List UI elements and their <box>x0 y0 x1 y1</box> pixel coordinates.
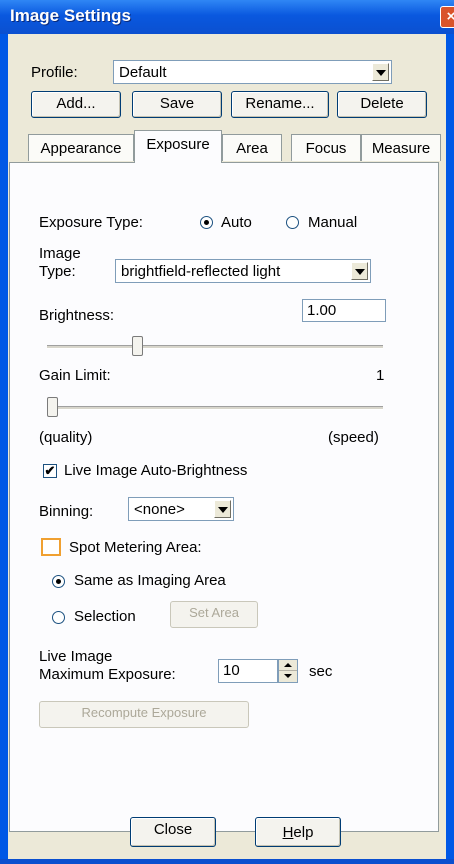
image-settings-window: Image Settings × Profile: Default Add...… <box>0 0 454 864</box>
set-area-button[interactable]: Set Area <box>170 601 258 628</box>
tab-appearance[interactable]: Appearance <box>28 134 134 161</box>
profile-select[interactable]: Default <box>113 60 392 84</box>
chevron-down-icon[interactable] <box>351 262 368 280</box>
profile-select-value: Default <box>119 64 167 81</box>
delete-profile-button-label: Delete <box>360 95 404 112</box>
spot-metering-label: Spot Metering Area: <box>69 539 202 556</box>
rename-profile-button[interactable]: Rename... <box>231 91 329 118</box>
tab-exposure[interactable]: Exposure <box>134 130 222 163</box>
live-max-label-line1: Live Image <box>39 648 113 665</box>
live-auto-brightness-label: Live Image Auto-Brightness <box>64 462 248 479</box>
help-button-rest: elp <box>293 824 314 841</box>
brightness-input-value: 1.00 <box>307 302 337 319</box>
tab-appearance-label: Appearance <box>40 140 122 157</box>
gain-limit-value: 1 <box>376 367 385 384</box>
live-max-exposure-value: 10 <box>223 662 240 679</box>
live-max-exposure-spinner[interactable] <box>278 659 298 683</box>
help-button[interactable]: Help <box>255 817 341 847</box>
live-auto-brightness-checkbox[interactable]: ✔ <box>43 464 57 478</box>
delete-profile-button[interactable]: Delete <box>337 91 427 118</box>
spin-down-icon[interactable] <box>279 671 297 682</box>
spin-up-icon[interactable] <box>279 660 297 671</box>
image-type-select-value: brightfield-reflected light <box>121 263 281 280</box>
spot-metering-checkbox[interactable] <box>41 538 61 556</box>
close-window-button[interactable]: × <box>440 6 454 28</box>
gain-slider-track[interactable] <box>47 406 383 410</box>
brightness-label: Brightness: <box>39 307 115 324</box>
speed-label: (speed) <box>328 429 379 446</box>
binning-select-value: <none> <box>134 501 185 518</box>
selection-label: Selection <box>74 608 136 625</box>
help-button-label: Help <box>282 821 314 841</box>
brightness-slider-thumb[interactable] <box>131 336 143 356</box>
tab-exposure-label: Exposure <box>146 136 210 153</box>
exposure-manual-radio[interactable] <box>286 216 299 229</box>
exposure-tab-panel: Exposure Type: Auto Manual Image Type: b… <box>9 162 439 832</box>
live-max-unit: sec <box>309 663 333 680</box>
tab-focus-label: Focus <box>305 140 347 157</box>
live-max-label-line2: Maximum Exposure: <box>39 666 176 683</box>
title-bar[interactable]: Image Settings × <box>0 0 454 34</box>
window-frame-bottom <box>0 859 454 864</box>
same-as-imaging-label: Same as Imaging Area <box>74 572 226 589</box>
exposure-auto-radio[interactable] <box>200 216 213 229</box>
tab-measure-label: Measure <box>371 140 431 157</box>
exposure-auto-label: Auto <box>221 214 252 231</box>
tab-focus[interactable]: Focus <box>291 134 361 161</box>
tab-area-label: Area <box>236 140 268 157</box>
brightness-slider-track[interactable] <box>47 345 383 349</box>
exposure-type-label: Exposure Type: <box>39 214 143 231</box>
image-type-label-line2: Type: <box>39 263 76 280</box>
selection-radio[interactable] <box>52 611 65 624</box>
image-type-label-line1: Image <box>39 245 81 262</box>
profile-label: Profile: <box>31 64 78 81</box>
save-profile-button-label: Save <box>159 95 195 112</box>
add-profile-button[interactable]: Add... <box>31 91 121 118</box>
tab-area[interactable]: Area <box>222 134 282 161</box>
save-profile-button[interactable]: Save <box>132 91 222 118</box>
tab-measure[interactable]: Measure <box>361 134 441 161</box>
help-button-mnemonic: H <box>282 824 294 841</box>
dialog-body: Profile: Default Add... Save Rename... D… <box>8 34 446 859</box>
chevron-down-icon[interactable] <box>214 500 231 518</box>
binning-select[interactable]: <none> <box>128 497 234 521</box>
recompute-exposure-button-label: Recompute Exposure <box>81 705 207 720</box>
add-profile-button-label: Add... <box>56 95 96 112</box>
recompute-exposure-button[interactable]: Recompute Exposure <box>39 701 249 728</box>
exposure-manual-label: Manual <box>308 214 358 231</box>
image-type-select[interactable]: brightfield-reflected light <box>115 259 371 283</box>
live-max-exposure-input[interactable]: 10 <box>218 659 278 683</box>
close-button[interactable]: Close <box>130 817 216 847</box>
rename-profile-button-label: Rename... <box>245 95 315 112</box>
same-as-imaging-radio[interactable] <box>52 575 65 588</box>
gain-slider-thumb[interactable] <box>47 397 58 417</box>
window-title: Image Settings <box>10 6 131 25</box>
chevron-down-icon[interactable] <box>372 63 389 81</box>
binning-label: Binning: <box>39 503 94 520</box>
quality-label: (quality) <box>39 429 93 446</box>
set-area-button-label: Set Area <box>189 605 239 620</box>
brightness-input[interactable]: 1.00 <box>302 299 386 322</box>
close-button-label: Close <box>153 821 193 838</box>
gain-limit-label: Gain Limit: <box>39 367 111 384</box>
